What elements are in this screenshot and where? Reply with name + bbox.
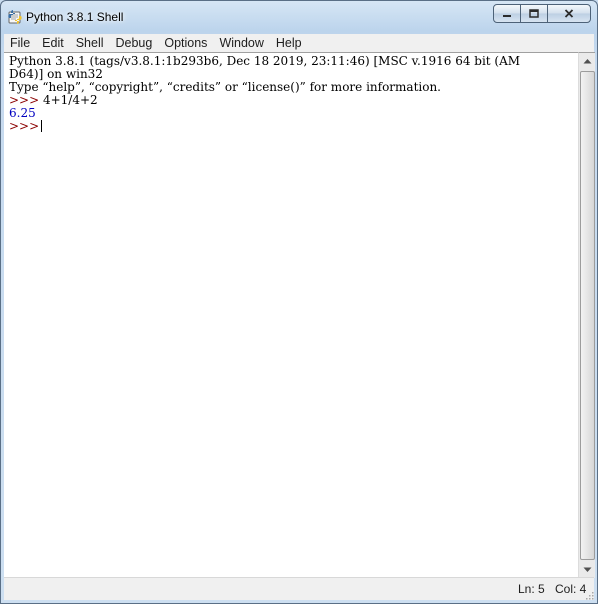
status-bar: Ln: 5 Col: 4 — [4, 577, 594, 600]
banner-line-1: Python 3.8.1 (tags/v3.8.1:1b293b6, Dec 1… — [9, 54, 521, 68]
python-idle-icon — [8, 10, 22, 24]
scroll-thumb[interactable] — [580, 71, 595, 560]
menu-debug[interactable]: Debug — [110, 34, 159, 52]
idle-shell-window: Python 3.8.1 Shell File Edit Shell Debug… — [0, 0, 598, 604]
shell-input-line: 4+1/4+2 — [39, 93, 98, 107]
window-title: Python 3.8.1 Shell — [26, 10, 124, 24]
shell-result: 6.25 — [9, 106, 36, 120]
menu-shell[interactable]: Shell — [70, 34, 110, 52]
menu-edit[interactable]: Edit — [36, 34, 70, 52]
arrow-up-icon — [583, 59, 591, 64]
resize-grip-icon[interactable] — [584, 590, 594, 600]
menu-help[interactable]: Help — [270, 34, 308, 52]
shell-prompt: >>> — [9, 93, 40, 107]
arrow-down-icon — [583, 567, 591, 572]
minimize-button[interactable] — [493, 4, 521, 23]
scroll-up-button[interactable] — [579, 53, 595, 69]
maximize-button[interactable] — [520, 4, 548, 23]
shell-output[interactable]: Python 3.8.1 (tags/v3.8.1:1b293b6, Dec 1… — [9, 55, 520, 133]
window-controls — [493, 4, 591, 23]
minimize-icon — [503, 14, 511, 17]
current-prompt: >>> — [9, 119, 40, 133]
menu-window[interactable]: Window — [213, 34, 269, 52]
close-icon — [564, 9, 574, 18]
menu-bar: File Edit Shell Debug Options Window Hel… — [4, 34, 594, 52]
menu-options[interactable]: Options — [158, 34, 213, 52]
text-cursor — [41, 120, 43, 132]
status-line-number: Ln: 5 — [518, 582, 545, 596]
status-column-number: Col: 4 — [555, 582, 587, 596]
shell-text-area[interactable]: Python 3.8.1 (tags/v3.8.1:1b293b6, Dec 1… — [4, 52, 578, 578]
banner-line-2: D64)] on win32 — [9, 67, 103, 81]
maximize-icon — [529, 9, 539, 18]
title-bar[interactable]: Python 3.8.1 Shell — [1, 1, 597, 33]
vertical-scrollbar[interactable] — [578, 52, 595, 578]
menu-file[interactable]: File — [4, 34, 36, 52]
banner-line-3: Type “help”, “copyright”, “credits” or “… — [9, 80, 441, 94]
scroll-down-button[interactable] — [579, 562, 595, 578]
close-button[interactable] — [547, 4, 591, 23]
